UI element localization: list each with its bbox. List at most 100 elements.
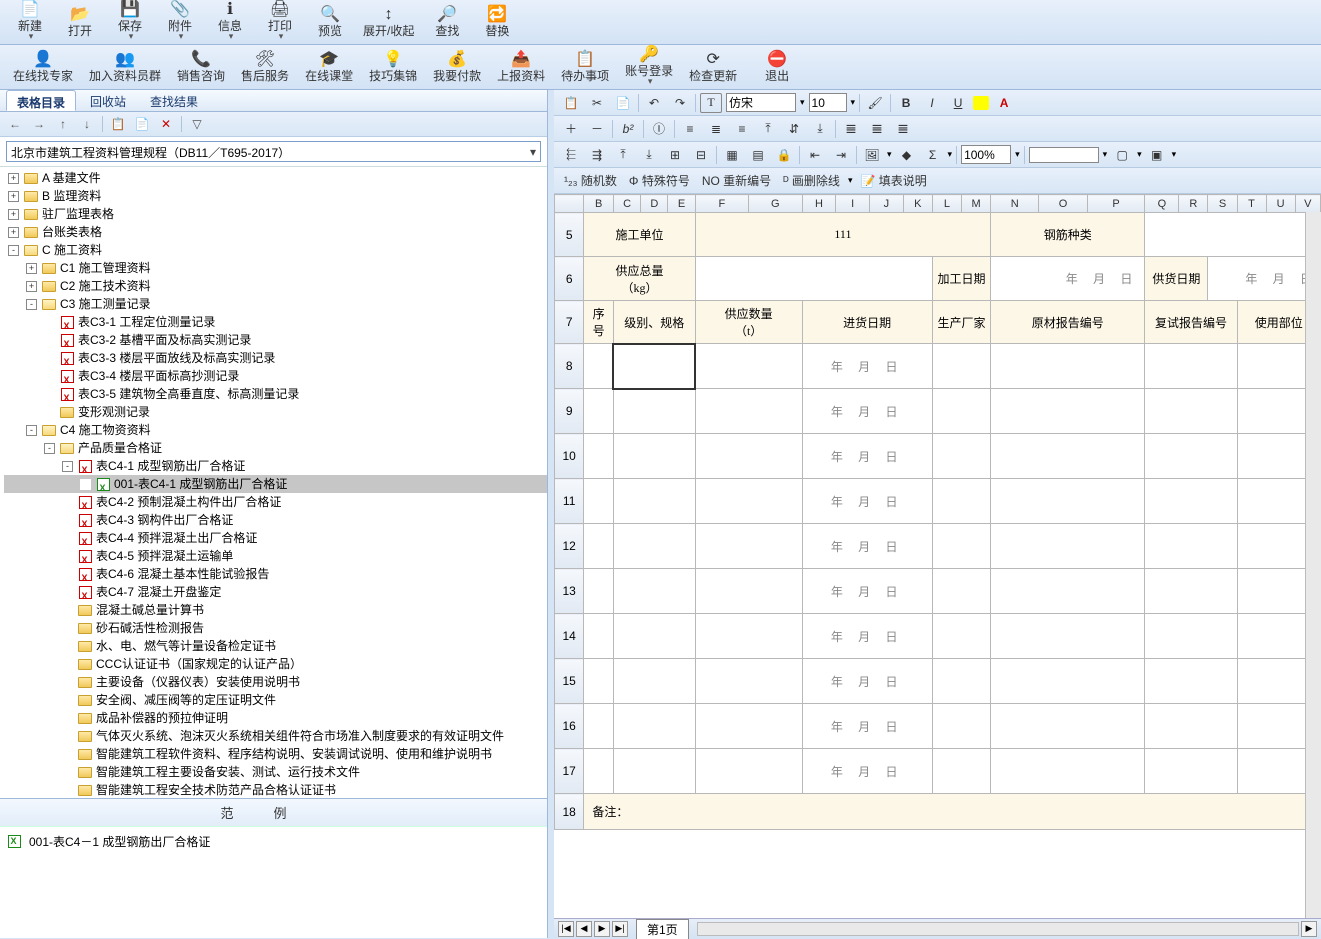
data-cell[interactable] xyxy=(613,614,695,659)
data-cell[interactable] xyxy=(695,524,802,569)
col-header[interactable]: C xyxy=(613,195,640,213)
data-cell[interactable]: 年 月 日 xyxy=(802,569,932,614)
font-color-icon[interactable]: A xyxy=(993,93,1015,113)
ins-col-icon[interactable]: ⤒ xyxy=(612,145,634,165)
预览-button[interactable]: 🔍预览 xyxy=(306,2,354,42)
col-header[interactable]: K xyxy=(903,195,932,213)
data-cell[interactable] xyxy=(932,749,990,794)
data-cell[interactable] xyxy=(932,614,990,659)
tree-node[interactable]: 安全阀、减压阀等的定压证明文件 xyxy=(4,691,547,709)
data-cell[interactable]: 年 月 日 xyxy=(802,749,932,794)
检查更新-button[interactable]: ⟳检查更新 xyxy=(682,47,744,87)
col-header[interactable]: O xyxy=(1039,195,1087,213)
data-cell[interactable] xyxy=(1145,659,1237,704)
data-cell[interactable] xyxy=(991,434,1145,479)
data-cell[interactable] xyxy=(613,749,695,794)
corner[interactable] xyxy=(555,195,584,213)
data-cell[interactable] xyxy=(584,659,614,704)
tree-node[interactable]: 表C4-2 预制混凝土构件出厂合格证 xyxy=(4,493,547,511)
data-cell[interactable] xyxy=(584,704,614,749)
附件-button[interactable]: 📎附件 xyxy=(156,2,204,42)
col-header[interactable]: L xyxy=(932,195,961,213)
undo-icon[interactable]: ↶ xyxy=(643,93,665,113)
paste-icon[interactable]: 📄 xyxy=(612,93,634,113)
cell[interactable] xyxy=(1145,213,1321,257)
nav-down-icon[interactable]: ↓ xyxy=(78,115,96,133)
data-cell[interactable] xyxy=(1145,434,1237,479)
row-header[interactable]: 8 xyxy=(555,344,584,389)
expand-icon[interactable]: + xyxy=(8,173,19,184)
col-header[interactable]: R xyxy=(1179,195,1208,213)
data-cell[interactable] xyxy=(613,479,695,524)
data-cell[interactable] xyxy=(932,344,990,389)
data-cell[interactable] xyxy=(695,704,802,749)
tree-node[interactable]: 表C3-4 楼层平面标高抄测记录 xyxy=(4,367,547,385)
tree-node[interactable]: -C 施工资料 xyxy=(4,241,547,259)
row-header[interactable]: 18 xyxy=(555,794,584,830)
tree-node[interactable]: 成品补偿器的预拉伸证明 xyxy=(4,709,547,727)
在线找专家-button[interactable]: 👤在线找专家 xyxy=(6,47,80,87)
minus-icon[interactable]: － xyxy=(586,119,608,139)
data-cell[interactable] xyxy=(991,569,1145,614)
row-header[interactable]: 15 xyxy=(555,659,584,704)
tab-next-icon[interactable]: ▶ xyxy=(594,921,610,937)
copy-icon[interactable]: 📋 xyxy=(109,115,127,133)
col-header[interactable]: Q xyxy=(1145,195,1179,213)
col-header[interactable]: I xyxy=(836,195,870,213)
border1-icon[interactable]: ▢ xyxy=(1111,145,1133,165)
ins-row-icon[interactable]: ⬱ xyxy=(560,145,582,165)
data-cell[interactable]: 年 月 日 xyxy=(802,389,932,434)
data-cell[interactable] xyxy=(932,479,990,524)
tab-end-icon[interactable]: ▶ xyxy=(1301,921,1317,937)
row-header[interactable]: 10 xyxy=(555,434,584,479)
data-cell[interactable] xyxy=(1145,524,1237,569)
bars2-icon[interactable]: 𝌆 xyxy=(866,119,888,139)
售后服务-button[interactable]: 🛠售后服务 xyxy=(234,47,296,87)
data-cell[interactable] xyxy=(991,704,1145,749)
待办事项-button[interactable]: 📋待办事项 xyxy=(554,47,616,87)
row-header[interactable]: 11 xyxy=(555,479,584,524)
在线课堂-button[interactable]: 🎓在线课堂 xyxy=(298,47,360,87)
indent-dec-icon[interactable]: ⇤ xyxy=(804,145,826,165)
col-header[interactable]: G xyxy=(749,195,802,213)
merge-icon[interactable]: ⊞ xyxy=(664,145,686,165)
tree-node[interactable]: CCC认证证书（国家规定的认证产品） xyxy=(4,655,547,673)
data-cell[interactable]: 年 月 日 xyxy=(802,704,932,749)
tree-node[interactable]: 智能建筑工程主要设备安装、测试、运行技术文件 xyxy=(4,763,547,781)
data-cell[interactable] xyxy=(613,704,695,749)
data-cell[interactable] xyxy=(584,749,614,794)
tree-node[interactable]: 表C4-3 钢构件出厂合格证 xyxy=(4,511,547,529)
col-header[interactable]: N xyxy=(991,195,1039,213)
tree-node[interactable]: +B 监理资料 xyxy=(4,187,547,205)
data-cell[interactable] xyxy=(613,659,695,704)
tree-node[interactable]: +驻厂监理表格 xyxy=(4,205,547,223)
data-cell[interactable] xyxy=(695,389,802,434)
expand-icon[interactable]: + xyxy=(8,209,19,220)
data-cell[interactable] xyxy=(613,434,695,479)
data-cell[interactable] xyxy=(613,524,695,569)
nav-back-icon[interactable]: ← xyxy=(6,115,24,133)
expand-icon[interactable]: + xyxy=(8,191,19,202)
data-cell[interactable] xyxy=(1145,479,1237,524)
highlight-icon[interactable] xyxy=(973,96,989,110)
cell[interactable]: 年 月 日 xyxy=(1208,257,1321,301)
tree-node[interactable]: 表C3-3 楼层平面放线及标高实测记录 xyxy=(4,349,547,367)
data-cell[interactable] xyxy=(1145,614,1237,659)
data-cell[interactable] xyxy=(1145,389,1237,434)
collapse-icon[interactable]: - xyxy=(44,443,55,454)
打开-button[interactable]: 📂打开 xyxy=(56,2,104,42)
panel-tab-0[interactable]: 表格目录 xyxy=(6,90,76,111)
row-header[interactable]: 13 xyxy=(555,569,584,614)
展开/收起-button[interactable]: ↕展开/收起 xyxy=(356,2,421,42)
align-center-icon[interactable]: ≣ xyxy=(705,119,727,139)
collapse-icon[interactable]: - xyxy=(26,299,37,310)
scrollbar-h[interactable] xyxy=(697,922,1299,936)
tree-node[interactable]: 表C4-5 预拌混凝土运输单 xyxy=(4,547,547,565)
row-header[interactable]: 7 xyxy=(555,301,584,344)
tree-node[interactable]: 智能建筑工程安全技术防范产品合格认证证书 xyxy=(4,781,547,798)
上报资料-button[interactable]: 📤上报资料 xyxy=(490,47,552,87)
nav-fwd-icon[interactable]: → xyxy=(30,115,48,133)
tree-node[interactable]: 变形观测记录 xyxy=(4,403,547,421)
standard-combo[interactable]: 北京市建筑工程资料管理规程（DB11／T695-2017） xyxy=(6,141,541,162)
align-right-icon[interactable]: ≡ xyxy=(731,119,753,139)
